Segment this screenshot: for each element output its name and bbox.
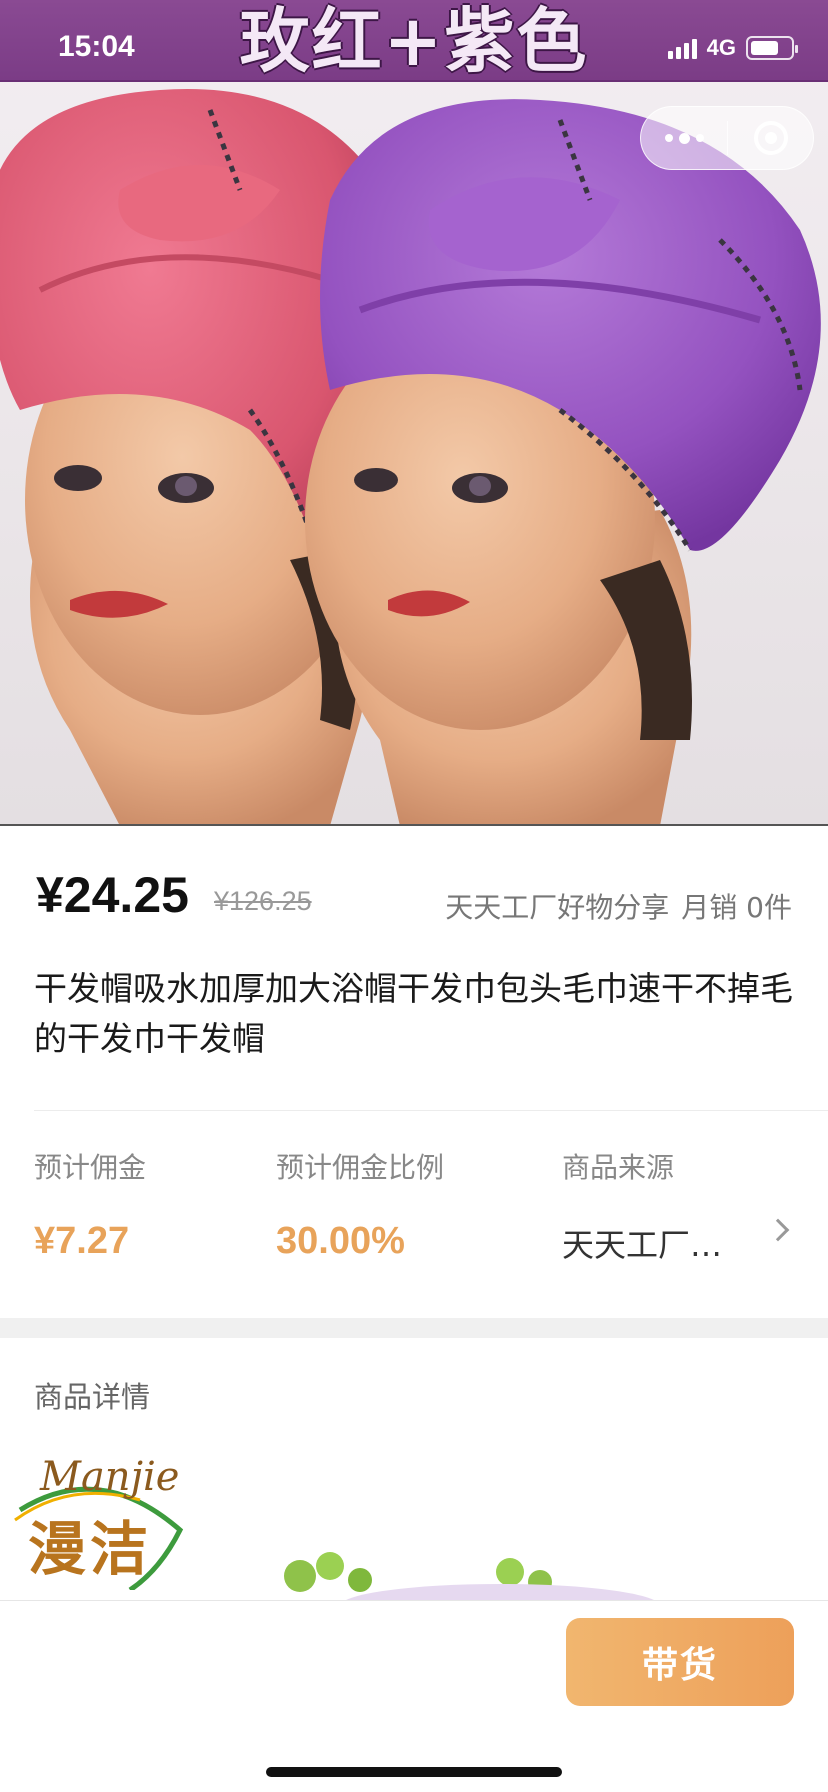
commission-label: 预计佣金 bbox=[34, 1151, 147, 1184]
product-title: 干发帽吸水加厚加大浴帽干发巾包头毛巾速干不掉毛的干发巾干发帽 bbox=[34, 969, 793, 1058]
stat-commission: 预计佣金 ¥7.27 bbox=[34, 1146, 146, 1263]
stat-product-source[interactable]: 商品来源 天天工厂… bbox=[562, 1146, 794, 1266]
product-detail-image: Manjie 漫洁 bbox=[0, 1436, 828, 1600]
towel-heads-illustration bbox=[0, 89, 828, 826]
commission-value: ¥7.27 bbox=[34, 1220, 130, 1262]
original-price: ¥126.25 bbox=[214, 886, 312, 916]
cellular-signal-icon bbox=[667, 37, 697, 59]
plant-decoration bbox=[284, 1552, 654, 1600]
commission-rate-label: 预计佣金比例 bbox=[276, 1151, 445, 1184]
section-gap bbox=[0, 1318, 828, 1338]
more-dots-icon[interactable] bbox=[641, 107, 727, 169]
home-indicator[interactable] bbox=[266, 1767, 562, 1777]
current-price: ¥24.25 bbox=[36, 867, 189, 923]
product-source-value: 天天工厂… bbox=[562, 1226, 723, 1264]
product-details-heading: 商品详情 bbox=[34, 1380, 151, 1414]
product-detail-page: 玫红+紫色 15:04 4G ¥24.25 ¥126.25 天天工厂好物分享 月… bbox=[0, 0, 828, 1792]
target-close-icon[interactable] bbox=[728, 107, 813, 169]
brand-logo-latin: Manjie bbox=[40, 1454, 180, 1500]
shop-and-sales: 天天工厂好物分享 月销 0件 bbox=[445, 886, 792, 926]
brand-logo-chinese: 漫洁 bbox=[28, 1515, 153, 1583]
product-source-label: 商品来源 bbox=[562, 1151, 675, 1184]
shop-name: 天天工厂好物分享 bbox=[445, 891, 670, 924]
battery-level bbox=[751, 41, 778, 55]
price-row: ¥24.25 ¥126.25 天天工厂好物分享 月销 0件 bbox=[36, 866, 792, 926]
stat-commission-rate: 预计佣金比例 30.00% bbox=[276, 1146, 444, 1263]
status-icons: 4G bbox=[667, 34, 798, 62]
product-hero-image[interactable]: 玫红+紫色 15:04 4G bbox=[0, 0, 828, 826]
promote-button[interactable]: 带货 bbox=[566, 1618, 794, 1706]
status-time: 15:04 bbox=[58, 30, 135, 63]
battery-icon bbox=[746, 36, 798, 60]
section-divider bbox=[34, 1110, 828, 1111]
commission-stats: 预计佣金 ¥7.27 预计佣金比例 30.00% 商品来源 天天工厂… bbox=[34, 1146, 794, 1266]
bottom-action-bar: 带货 bbox=[0, 1600, 828, 1792]
monthly-sales: 月销 0件 bbox=[681, 891, 792, 924]
network-type: 4G bbox=[706, 35, 736, 60]
miniprogram-capsule bbox=[640, 106, 814, 170]
commission-rate-value: 30.00% bbox=[276, 1220, 405, 1262]
